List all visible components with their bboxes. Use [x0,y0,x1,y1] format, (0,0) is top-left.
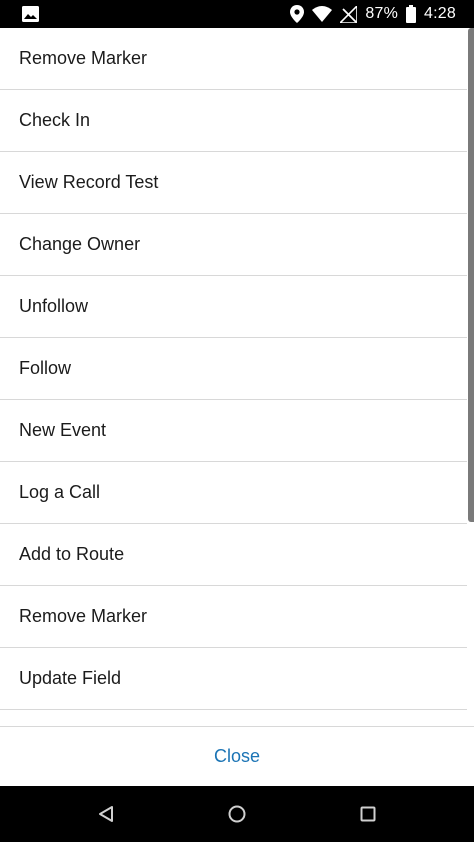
status-bar: 87% 4:28 [0,0,474,28]
screen: 87% 4:28 Remove Marker Check In View Rec… [0,0,474,842]
action-item-new-event[interactable]: New Event [0,400,467,462]
back-icon[interactable] [92,800,120,828]
action-item-check-in[interactable]: Check In [0,90,467,152]
close-bar: Close [0,726,474,786]
action-item-partial[interactable] [0,710,467,726]
action-item-remove-marker[interactable]: Remove Marker [0,28,467,90]
close-button[interactable]: Close [214,746,260,767]
action-item-add-to-route[interactable]: Add to Route [0,524,467,586]
action-label: Remove Marker [19,606,148,626]
image-icon [22,6,39,22]
action-list: Remove Marker Check In View Record Test … [0,28,474,726]
action-label: Log a Call [19,482,101,502]
action-item-log-a-call[interactable]: Log a Call [0,462,467,524]
action-item-unfollow[interactable]: Unfollow [0,276,467,338]
recents-icon[interactable] [354,800,382,828]
action-item-remove-marker-2[interactable]: Remove Marker [0,586,467,648]
action-item-follow[interactable]: Follow [0,338,467,400]
location-icon [290,5,305,23]
action-item-view-record-test[interactable]: View Record Test [0,152,467,214]
signal-off-icon [340,5,358,23]
battery-percent: 87% [365,5,399,22]
home-icon[interactable] [223,800,251,828]
action-item-update-field[interactable]: Update Field [0,648,467,710]
battery-icon [406,5,417,23]
status-icons: 87% 4:28 [290,0,456,28]
action-label: Update Field [19,668,122,688]
clock: 4:28 [424,5,456,22]
action-label: Check In [19,110,91,130]
scrollbar[interactable] [468,28,474,522]
action-label: Add to Route [19,544,125,564]
action-label: View Record Test [19,172,159,192]
action-label: Unfollow [19,296,89,316]
action-label: Change Owner [19,234,141,254]
action-label: Remove Marker [19,48,148,68]
action-label: Follow [19,358,72,378]
navigation-bar [0,786,474,842]
action-label: New Event [19,420,107,440]
wifi-icon [312,6,333,22]
action-item-change-owner[interactable]: Change Owner [0,214,467,276]
